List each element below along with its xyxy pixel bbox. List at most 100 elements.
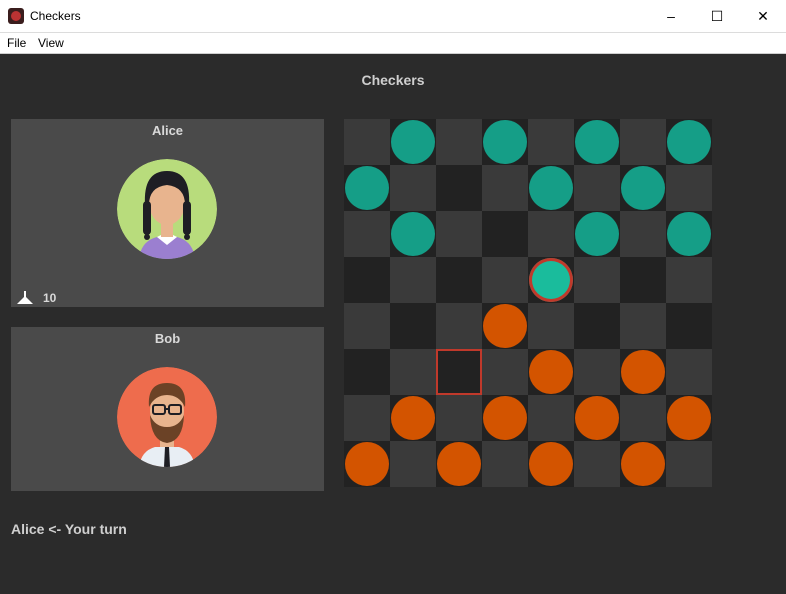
- board-cell[interactable]: [574, 349, 620, 395]
- board-cell[interactable]: [344, 165, 390, 211]
- board-cell[interactable]: [528, 119, 574, 165]
- bearded-man-avatar-icon: [117, 367, 217, 467]
- orange-checker-piece[interactable]: [621, 350, 665, 394]
- board-cell[interactable]: [344, 257, 390, 303]
- orange-checker-piece[interactable]: [529, 350, 573, 394]
- board-cell[interactable]: [436, 395, 482, 441]
- orange-checker-piece[interactable]: [391, 396, 435, 440]
- board-cell[interactable]: [344, 395, 390, 441]
- board-cell[interactable]: [620, 211, 666, 257]
- board-cell[interactable]: [666, 257, 712, 303]
- board-cell[interactable]: [666, 395, 712, 441]
- board-cell[interactable]: [436, 303, 482, 349]
- checker-stack-icon: [17, 291, 33, 304]
- board-cell[interactable]: [390, 257, 436, 303]
- board-cell[interactable]: [528, 395, 574, 441]
- board-cell[interactable]: [390, 395, 436, 441]
- board-cell[interactable]: [574, 395, 620, 441]
- board-cell[interactable]: [666, 165, 712, 211]
- board-cell[interactable]: [620, 303, 666, 349]
- teal-checker-piece[interactable]: [483, 120, 527, 164]
- board-cell[interactable]: [528, 257, 574, 303]
- teal-checker-piece[interactable]: [529, 166, 573, 210]
- board-cell[interactable]: [528, 349, 574, 395]
- board-cell[interactable]: [528, 165, 574, 211]
- board-cell[interactable]: [574, 441, 620, 487]
- board-cell[interactable]: [620, 441, 666, 487]
- board-cell[interactable]: [390, 349, 436, 395]
- board-cell[interactable]: [482, 211, 528, 257]
- board-cell[interactable]: [436, 165, 482, 211]
- board-cell[interactable]: [574, 165, 620, 211]
- board-cell[interactable]: [574, 119, 620, 165]
- orange-checker-piece[interactable]: [483, 304, 527, 348]
- board-cell[interactable]: [620, 119, 666, 165]
- board-cell[interactable]: [666, 349, 712, 395]
- close-button[interactable]: ✕: [740, 0, 786, 32]
- menu-view[interactable]: View: [38, 36, 64, 50]
- board-cell[interactable]: [390, 303, 436, 349]
- menu-bar: File View: [0, 33, 786, 54]
- board-cell[interactable]: [528, 303, 574, 349]
- player-name-bob: Bob: [154, 331, 181, 346]
- player-name-alice: Alice: [151, 123, 184, 138]
- board-cell[interactable]: [666, 441, 712, 487]
- board-cell[interactable]: [436, 441, 482, 487]
- board-cell[interactable]: [344, 211, 390, 257]
- board-cell[interactable]: [436, 349, 482, 395]
- teal-checker-piece[interactable]: [575, 212, 619, 256]
- teal-checker-piece[interactable]: [621, 166, 665, 210]
- board-cell[interactable]: [482, 441, 528, 487]
- board-cell[interactable]: [482, 257, 528, 303]
- teal-checker-piece[interactable]: [575, 120, 619, 164]
- board-cell[interactable]: [390, 119, 436, 165]
- board-cell[interactable]: [620, 349, 666, 395]
- minimize-button[interactable]: –: [648, 0, 694, 32]
- selected-checker-piece[interactable]: [529, 258, 573, 302]
- board-cell[interactable]: [482, 349, 528, 395]
- board-cell[interactable]: [574, 211, 620, 257]
- board-cell[interactable]: [620, 257, 666, 303]
- orange-checker-piece[interactable]: [483, 396, 527, 440]
- orange-checker-piece[interactable]: [529, 442, 573, 486]
- board-cell[interactable]: [666, 119, 712, 165]
- game-heading: Checkers: [361, 72, 425, 88]
- board-cell[interactable]: [436, 257, 482, 303]
- avatar-bob: [117, 367, 217, 467]
- board-cell[interactable]: [482, 165, 528, 211]
- board-cell[interactable]: [344, 119, 390, 165]
- board-cell[interactable]: [620, 165, 666, 211]
- menu-file[interactable]: File: [7, 36, 26, 50]
- board-cell[interactable]: [390, 165, 436, 211]
- orange-checker-piece[interactable]: [621, 442, 665, 486]
- board-cell[interactable]: [666, 303, 712, 349]
- checkers-app-icon: [8, 8, 24, 24]
- board-cell[interactable]: [528, 441, 574, 487]
- orange-checker-piece[interactable]: [437, 442, 481, 486]
- orange-checker-piece[interactable]: [345, 442, 389, 486]
- board-cell[interactable]: [344, 441, 390, 487]
- maximize-button[interactable]: ☐: [694, 0, 740, 32]
- board-cell[interactable]: [344, 303, 390, 349]
- board-cell[interactable]: [390, 211, 436, 257]
- board-cell[interactable]: [436, 119, 482, 165]
- checkers-board[interactable]: [344, 119, 712, 487]
- teal-checker-piece[interactable]: [345, 166, 389, 210]
- board-cell[interactable]: [390, 441, 436, 487]
- orange-checker-piece[interactable]: [575, 396, 619, 440]
- teal-checker-piece[interactable]: [667, 212, 711, 256]
- board-cell[interactable]: [574, 303, 620, 349]
- orange-checker-piece[interactable]: [667, 396, 711, 440]
- board-cell[interactable]: [574, 257, 620, 303]
- teal-checker-piece[interactable]: [391, 212, 435, 256]
- board-cell[interactable]: [666, 211, 712, 257]
- board-cell[interactable]: [620, 395, 666, 441]
- board-cell[interactable]: [482, 303, 528, 349]
- board-cell[interactable]: [482, 119, 528, 165]
- board-cell[interactable]: [344, 349, 390, 395]
- board-cell[interactable]: [436, 211, 482, 257]
- teal-checker-piece[interactable]: [391, 120, 435, 164]
- board-cell[interactable]: [528, 211, 574, 257]
- board-cell[interactable]: [482, 395, 528, 441]
- teal-checker-piece[interactable]: [667, 120, 711, 164]
